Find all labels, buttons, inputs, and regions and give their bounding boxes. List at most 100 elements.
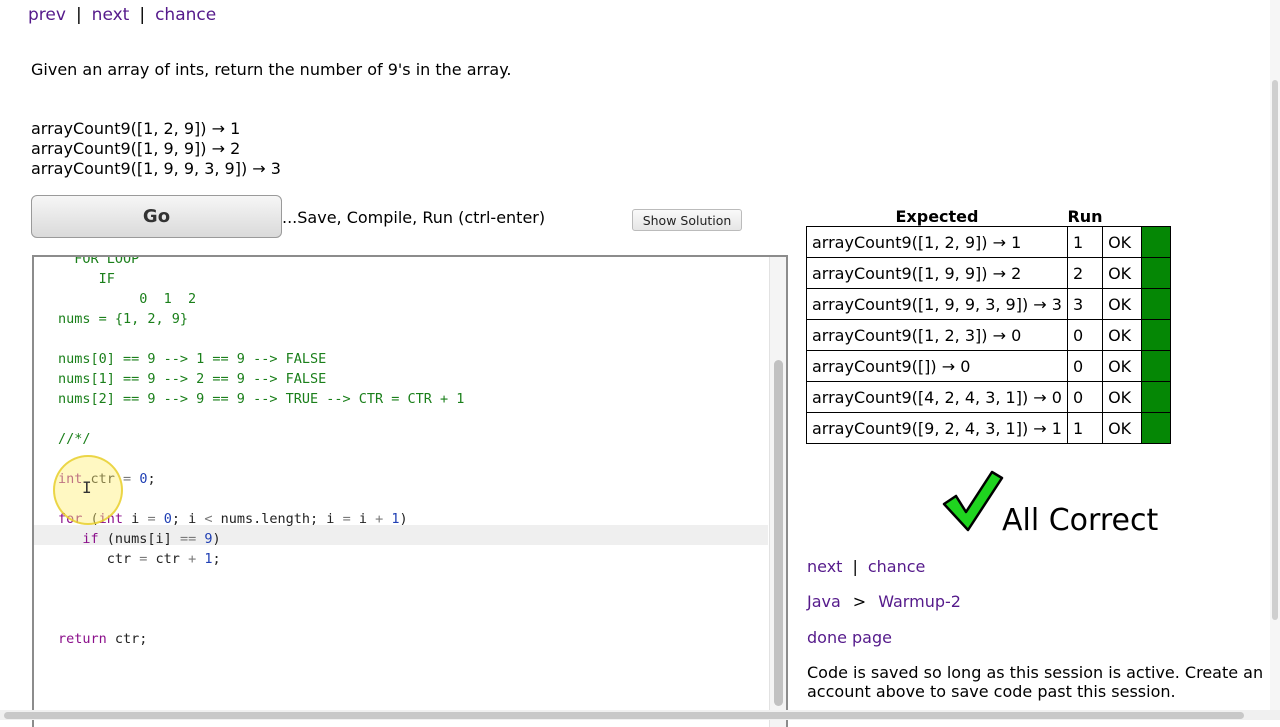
prev-link[interactable]: prev [28,5,66,25]
table-row: arrayCount9([1, 9, 9, 3, 9]) → 3 3 OK [806,288,1172,320]
done-page-link[interactable]: done page [807,628,892,647]
text-cursor-icon: I [82,478,92,497]
code-token: + [375,511,384,527]
pass-indicator [1141,226,1172,258]
code-token: 1 [391,511,400,527]
code-line[interactable]: ctr = ctr + 1; [58,549,221,569]
code-line[interactable]: nums[2] == 9 --> 9 == 9 --> TRUE --> CTR… [58,389,464,409]
code-token: ; [147,471,156,487]
run-cell: 0 [1066,319,1104,351]
table-row: arrayCount9([4, 2, 4, 3, 1]) → 0 0 OK [806,381,1172,413]
expected-cell: arrayCount9([1, 9, 9, 3, 9]) → 3 [806,288,1068,320]
breadcrumb-separator: > [852,592,867,611]
breadcrumb: Java > Warmup-2 [807,592,961,611]
code-token: ; i [171,511,205,527]
code-token: = [147,511,156,527]
code-token: = [342,511,351,527]
pass-indicator [1141,412,1172,444]
editor-scrollbar-thumb[interactable] [774,360,783,706]
header-expected: Expected [895,206,979,226]
code-token: = [123,471,132,487]
code-token: return [58,631,107,647]
code-token: ctr [147,551,189,567]
expected-cell: arrayCount9([1, 2, 9]) → 1 [806,226,1068,258]
code-token: < [204,511,213,527]
code-token: ctr [58,551,140,567]
page-hscrollbar-thumb[interactable] [4,712,1244,719]
run-cell: 1 [1066,412,1104,444]
run-cell: 0 [1066,381,1104,413]
check-mark-icon [942,470,1004,532]
status-cell: OK [1102,319,1143,351]
nav-separator: | [75,5,82,25]
example-line: arrayCount9([1, 9, 9, 3, 9]) → 3 [31,159,281,178]
header-run: Run [1067,206,1103,226]
show-solution-button[interactable]: Show Solution [632,209,742,231]
table-row: arrayCount9([]) → 0 0 OK [806,350,1172,382]
status-cell: OK [1102,226,1143,258]
pass-indicator [1141,319,1172,351]
pass-indicator [1141,350,1172,382]
nav-separator: | [852,557,858,576]
chance-link[interactable]: chance [868,557,926,576]
side-nav: next | chance [807,557,925,576]
results-table: Expected Run arrayCount9([1, 2, 9]) → 1 … [806,206,1172,444]
code-token: == [179,531,197,547]
code-line[interactable]: //*/ [58,429,91,449]
table-row: arrayCount9([1, 2, 9]) → 1 1 OK [806,226,1172,258]
code-line[interactable]: IF [58,269,115,289]
run-cell: 3 [1066,288,1104,320]
status-cell: OK [1102,288,1143,320]
code-token: ) [212,531,221,547]
expected-cell: arrayCount9([1, 2, 3]) → 0 [806,319,1068,351]
session-note: Code is saved so long as this session is… [807,663,1264,701]
code-line[interactable]: nums = {1, 2, 9} [58,309,188,329]
code-token: i [350,511,376,527]
code-line[interactable]: nums[1] == 9 --> 2 == 9 --> FALSE [58,369,326,389]
code-token: ) [399,511,408,527]
table-row: arrayCount9([1, 2, 3]) → 0 0 OK [806,319,1172,351]
run-cell: 2 [1066,257,1104,289]
expected-cell: arrayCount9([1, 9, 9]) → 2 [806,257,1068,289]
status-cell: OK [1102,257,1143,289]
expected-cell: arrayCount9([4, 2, 4, 3, 1]) → 0 [806,381,1068,413]
problem-examples: arrayCount9([1, 2, 9]) → 1 arrayCount9([… [31,119,281,179]
expected-cell: arrayCount9([9, 2, 4, 3, 1]) → 1 [806,412,1068,444]
code-token: ctr; [106,631,148,647]
code-token: 0 [163,511,172,527]
go-button[interactable]: Go [31,195,282,238]
code-token: (nums[i] [98,531,180,547]
status-cell: OK [1102,412,1143,444]
example-line: arrayCount9([1, 2, 9]) → 1 [31,119,241,138]
code-line[interactable]: nums[0] == 9 --> 1 == 9 --> FALSE [58,349,326,369]
run-cell: 1 [1066,226,1104,258]
page-vertical-scrollbar[interactable] [1270,0,1280,710]
all-correct-label: All Correct [1002,503,1159,538]
nav-separator: | [139,5,146,25]
status-cell: OK [1102,381,1143,413]
code-token: i [123,511,148,527]
status-cell: OK [1102,350,1143,382]
breadcrumb-warmup-2[interactable]: Warmup-2 [878,592,961,611]
chance-link[interactable]: chance [155,5,216,25]
code-line[interactable]: return ctr; [58,629,147,649]
pass-indicator [1141,288,1172,320]
problem-description: Given an array of ints, return the numbe… [31,60,512,79]
go-hint: ...Save, Compile, Run (ctrl-enter) [282,208,546,227]
code-token: ; [212,551,221,567]
code-line[interactable]: 0 1 2 [58,289,196,309]
top-nav: prev | next | chance [28,5,216,25]
table-row: arrayCount9([9, 2, 4, 3, 1]) → 1 1 OK [806,412,1172,444]
code-editor[interactable]: FOR LOOP IF 0 1 2 nums = {1, 2, 9} nums[0]… [32,255,788,727]
page-scrollbar-thumb[interactable] [1272,80,1278,620]
next-link[interactable]: next [92,5,130,25]
expected-cell: arrayCount9([]) → 0 [806,350,1068,382]
page-horizontal-scrollbar[interactable] [0,710,1280,720]
breadcrumb-java[interactable]: Java [807,592,841,611]
code-line[interactable]: FOR LOOP [58,257,139,269]
next-link[interactable]: next [807,557,842,576]
code-line[interactable]: if (nums[i] == 9) [58,529,221,549]
editor-scrollbar[interactable] [769,257,786,727]
